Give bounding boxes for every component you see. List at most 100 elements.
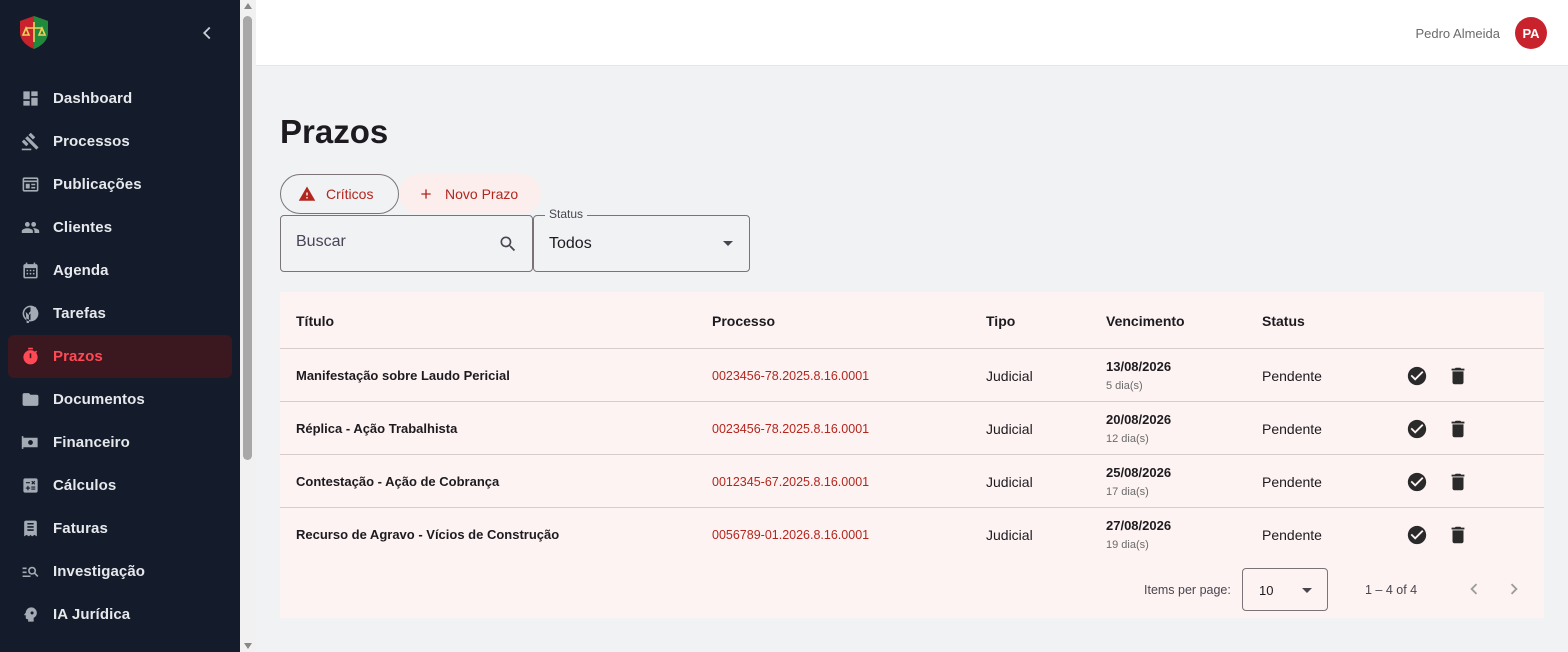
- prazo-status: Pendente: [1262, 474, 1322, 490]
- sidebar-item-label: Publicações: [53, 176, 142, 193]
- prazo-status: Pendente: [1262, 421, 1322, 437]
- sidebar-item-investigacao[interactable]: Investigação: [8, 550, 232, 593]
- sidebar-item-agenda[interactable]: Agenda: [8, 249, 232, 292]
- timer-icon: [20, 347, 40, 367]
- sidebar-item-ia-juridica[interactable]: IA Jurídica: [8, 593, 232, 636]
- column-header-processo: Processo: [712, 313, 776, 329]
- page-title: Prazos: [280, 113, 389, 150]
- top-bar: Pedro Almeida PA: [256, 0, 1568, 66]
- vencimento-date: 27/08/2026: [1106, 518, 1172, 533]
- sidebar-item-calculos[interactable]: Cálculos: [8, 464, 232, 507]
- calendar-icon: [20, 261, 40, 281]
- processo-link[interactable]: 0023456-78.2025.8.16.0001: [712, 422, 869, 436]
- prazo-tipo: Judicial: [986, 474, 1033, 490]
- check-circle-icon[interactable]: [1406, 471, 1428, 493]
- prazos-table: Título Processo Tipo Vencimento Status M…: [280, 292, 1544, 618]
- vencimento-date: 13/08/2026: [1106, 359, 1172, 374]
- delete-icon[interactable]: [1447, 365, 1469, 387]
- next-page-icon[interactable]: [1502, 577, 1526, 601]
- scrollbar[interactable]: [240, 0, 256, 652]
- sidebar-item-clientes[interactable]: Clientes: [8, 206, 232, 249]
- dashboard-icon: [20, 89, 40, 109]
- sidebar-item-label: Prazos: [53, 348, 103, 365]
- folder-icon: [20, 390, 40, 410]
- avatar[interactable]: PA: [1515, 17, 1547, 49]
- sidebar: Dashboard Processos Publicações Clientes…: [0, 0, 240, 652]
- delete-icon[interactable]: [1447, 418, 1469, 440]
- sidebar-item-label: Financeiro: [53, 434, 130, 451]
- user-name: Pedro Almeida: [1415, 26, 1500, 41]
- people-icon: [20, 218, 40, 238]
- scroll-down-arrow-icon[interactable]: [244, 643, 252, 649]
- sidebar-item-dashboard[interactable]: Dashboard: [8, 77, 232, 120]
- processo-link[interactable]: 0023456-78.2025.8.16.0001: [712, 369, 869, 383]
- status-select[interactable]: Status Todos: [533, 207, 750, 272]
- sidebar-nav: Dashboard Processos Publicações Clientes…: [8, 77, 232, 636]
- sidebar-item-label: Cálculos: [53, 477, 117, 494]
- prazo-status: Pendente: [1262, 368, 1322, 384]
- column-header-titulo: Título: [296, 313, 335, 329]
- items-per-page-select[interactable]: 10: [1242, 568, 1328, 611]
- table-row: Réplica - Ação Trabalhista 0023456-78.20…: [280, 402, 1544, 455]
- search-input[interactable]: [296, 233, 486, 251]
- sidebar-item-publicacoes[interactable]: Publicações: [8, 163, 232, 206]
- sidebar-item-label: Documentos: [53, 391, 145, 408]
- days-remaining: 17 dia(s): [1106, 486, 1149, 498]
- days-remaining: 5 dia(s): [1106, 380, 1143, 392]
- delete-icon[interactable]: [1447, 471, 1469, 493]
- vencimento-date: 25/08/2026: [1106, 465, 1172, 480]
- warning-icon: [298, 185, 316, 203]
- check-circle-icon[interactable]: [1406, 365, 1428, 387]
- scroll-up-arrow-icon[interactable]: [244, 3, 252, 9]
- prazo-tipo: Judicial: [986, 368, 1033, 384]
- search-field: [280, 215, 533, 272]
- sidebar-item-prazos[interactable]: Prazos: [8, 335, 232, 378]
- sidebar-item-label: Tarefas: [53, 305, 106, 322]
- sidebar-item-documentos[interactable]: Documentos: [8, 378, 232, 421]
- prazo-tipo: Judicial: [986, 421, 1033, 437]
- sidebar-item-faturas[interactable]: Faturas: [8, 507, 232, 550]
- scrollbar-thumb[interactable]: [243, 16, 252, 460]
- prazo-title: Recurso de Agravo - Vícios de Construção: [296, 527, 560, 542]
- shield-logo-icon[interactable]: [16, 14, 52, 50]
- criticos-filter-button[interactable]: Críticos: [280, 174, 399, 214]
- task-check-icon: [20, 304, 40, 324]
- table-row: Manifestação sobre Laudo Pericial 002345…: [280, 349, 1544, 402]
- novo-prazo-label: Novo Prazo: [445, 186, 519, 202]
- psychology-icon: [20, 605, 40, 625]
- table-row: Contestação - Ação de Cobrança 0012345-6…: [280, 455, 1544, 508]
- receipt-icon: [20, 519, 40, 539]
- sidebar-item-financeiro[interactable]: Financeiro: [8, 421, 232, 464]
- processo-link[interactable]: 0056789-01.2026.8.16.0001: [712, 528, 869, 542]
- search-icon[interactable]: [498, 234, 518, 254]
- days-remaining: 19 dia(s): [1106, 539, 1149, 551]
- items-per-page-value: 10: [1259, 583, 1274, 598]
- novo-prazo-button[interactable]: Novo Prazo: [399, 174, 541, 214]
- calculator-icon: [20, 476, 40, 496]
- sidebar-item-tarefas[interactable]: Tarefas: [8, 292, 232, 335]
- sidebar-header: [0, 0, 240, 66]
- check-circle-icon[interactable]: [1406, 524, 1428, 546]
- delete-icon[interactable]: [1447, 524, 1469, 546]
- sidebar-item-label: Investigação: [53, 563, 146, 580]
- items-per-page-label: Items per page:: [1144, 583, 1231, 597]
- sidebar-item-processos[interactable]: Processos: [8, 120, 232, 163]
- processo-link[interactable]: 0012345-67.2025.8.16.0001: [712, 475, 869, 489]
- previous-page-icon[interactable]: [1462, 577, 1486, 601]
- prazo-title: Contestação - Ação de Cobrança: [296, 474, 500, 489]
- dropdown-arrow-icon: [723, 241, 733, 246]
- check-circle-icon[interactable]: [1406, 418, 1428, 440]
- column-header-vencimento: Vencimento: [1106, 313, 1185, 329]
- days-remaining: 12 dia(s): [1106, 433, 1149, 445]
- column-header-status: Status: [1262, 313, 1305, 329]
- prazo-title: Réplica - Ação Trabalhista: [296, 421, 458, 436]
- prazo-tipo: Judicial: [986, 527, 1033, 543]
- collapse-sidebar-icon[interactable]: [196, 22, 218, 44]
- sidebar-item-label: Agenda: [53, 262, 109, 279]
- vencimento-date: 20/08/2026: [1106, 412, 1172, 427]
- manage-search-icon: [20, 562, 40, 582]
- gavel-icon: [20, 132, 40, 152]
- status-select-value: Todos: [549, 235, 592, 252]
- page-range: 1 – 4 of 4: [1365, 583, 1418, 597]
- sidebar-item-label: IA Jurídica: [53, 606, 131, 623]
